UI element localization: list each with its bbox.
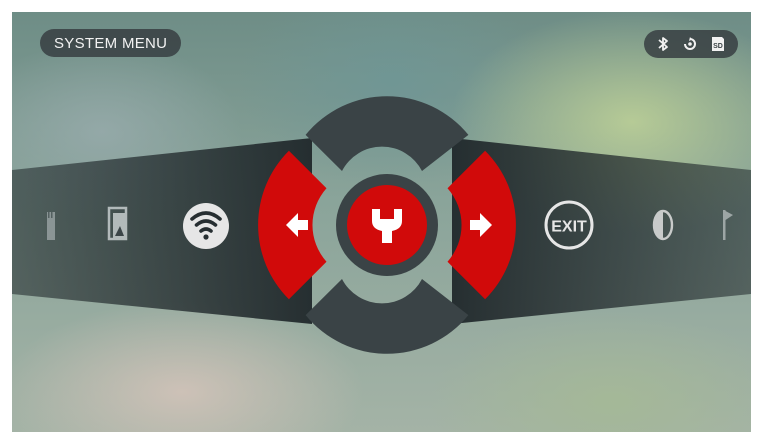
- system-menu-dial: EXIT: [12, 96, 751, 354]
- dial-bottom-segment[interactable]: [305, 279, 469, 354]
- exit-label: EXIT: [551, 219, 587, 236]
- wifi-icon[interactable]: [183, 203, 229, 249]
- dial-top-segment[interactable]: [305, 96, 469, 171]
- sd-card-icon[interactable]: [47, 212, 55, 240]
- device-screen: SYSTEM MENU SD EXIT: [12, 12, 751, 432]
